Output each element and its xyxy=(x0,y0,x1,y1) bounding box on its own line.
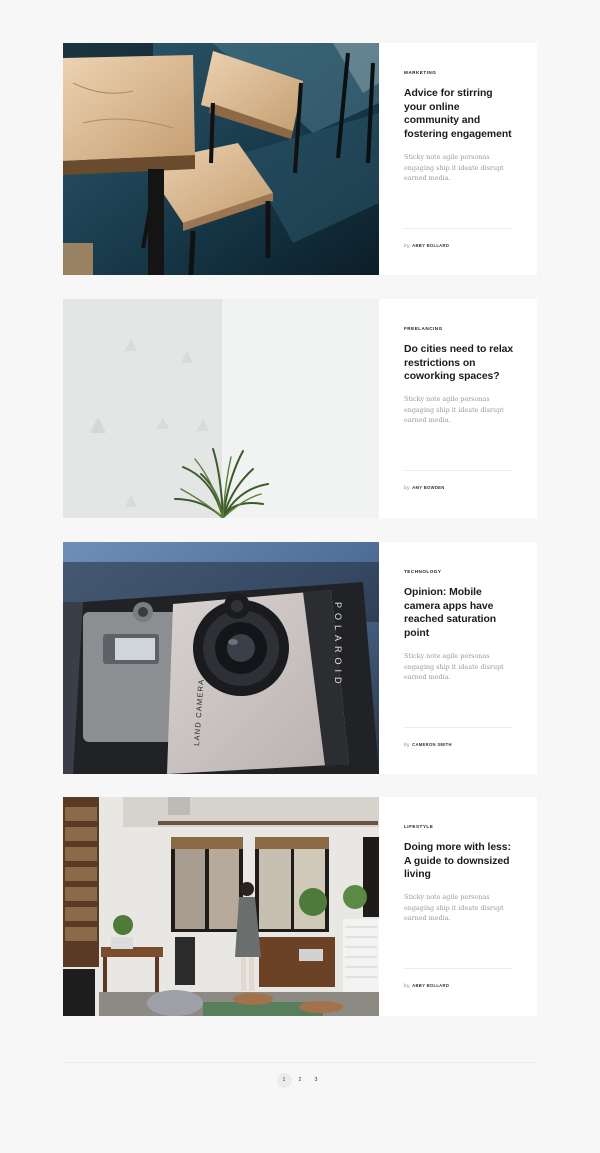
post-image-link[interactable] xyxy=(63,43,379,275)
pagination-page-1[interactable]: 1 xyxy=(276,1073,292,1088)
post-image-link[interactable]: POLAROID LAND CAMERA xyxy=(63,542,379,774)
post-excerpt: Sticky note agile personas engaging ship… xyxy=(404,652,504,681)
post-byline: by Amy Bowden xyxy=(404,485,445,490)
post-image-link[interactable] xyxy=(63,299,379,518)
post-category[interactable]: Marketing xyxy=(404,70,436,75)
pagination-page-2[interactable]: 2 xyxy=(293,1073,308,1088)
pagination-divider xyxy=(63,1062,537,1063)
pagination-next-arrow-icon[interactable]: → xyxy=(324,1073,338,1089)
post-card: POLAROID LAND CAMERA Technology Opinion:… xyxy=(63,542,537,774)
post-category[interactable]: Freelancing xyxy=(404,326,443,331)
post-body: Technology Opinion: Mobile camera apps h… xyxy=(404,542,514,774)
post-card: Lifestyle Doing more with less: A guide … xyxy=(63,797,537,1016)
post-title[interactable]: Doing more with less: A guide to downsiz… xyxy=(404,841,516,882)
post-image-link[interactable] xyxy=(63,797,379,1016)
post-author[interactable]: Abby Bollard xyxy=(412,983,449,988)
pagination-page-3[interactable]: 3 xyxy=(309,1073,324,1088)
loft-interior-photo xyxy=(63,797,379,1016)
post-title[interactable]: Advice for stirring your online communit… xyxy=(404,87,516,141)
post-title[interactable]: Opinion: Mobile camera apps have reached… xyxy=(404,586,516,640)
post-body: Lifestyle Doing more with less: A guide … xyxy=(404,797,514,1016)
post-card: Freelancing Do cities need to relax rest… xyxy=(63,299,537,518)
pagination: ← 1 2 3 → xyxy=(0,1073,600,1089)
wooden-chairs-photo xyxy=(63,43,379,275)
byline-prefix: by xyxy=(404,742,410,747)
post-author[interactable]: Abby Bollard xyxy=(412,243,449,248)
post-body: Freelancing Do cities need to relax rest… xyxy=(404,299,514,518)
divider xyxy=(404,470,512,471)
divider xyxy=(404,968,512,969)
polaroid-camera-photo: POLAROID LAND CAMERA xyxy=(63,542,379,774)
byline-prefix: by xyxy=(404,983,410,988)
post-author[interactable]: Amy Bowden xyxy=(412,485,444,490)
post-title[interactable]: Do cities need to relax restrictions on … xyxy=(404,343,516,384)
post-category[interactable]: Technology xyxy=(404,569,441,574)
post-byline: by Abby Bollard xyxy=(404,983,449,988)
post-author[interactable]: Cameron Smith xyxy=(412,742,452,747)
post-byline: by Cameron Smith xyxy=(404,742,452,747)
byline-prefix: by xyxy=(404,485,410,490)
post-excerpt: Sticky note agile personas engaging ship… xyxy=(404,395,504,424)
post-body: Marketing Advice for stirring your onlin… xyxy=(404,43,514,275)
pagination-prev-arrow-icon[interactable]: ← xyxy=(262,1073,276,1089)
post-card: Marketing Advice for stirring your onlin… xyxy=(63,43,537,275)
divider xyxy=(404,228,512,229)
divider xyxy=(404,727,512,728)
camera-brand-text: POLAROID xyxy=(333,602,343,689)
post-excerpt: Sticky note agile personas engaging ship… xyxy=(404,893,504,922)
post-byline: by Abby Bollard xyxy=(404,243,449,248)
byline-prefix: by xyxy=(404,243,410,248)
post-category[interactable]: Lifestyle xyxy=(404,824,433,829)
post-excerpt: Sticky note agile personas engaging ship… xyxy=(404,153,504,182)
plant-corner-photo xyxy=(63,299,379,518)
